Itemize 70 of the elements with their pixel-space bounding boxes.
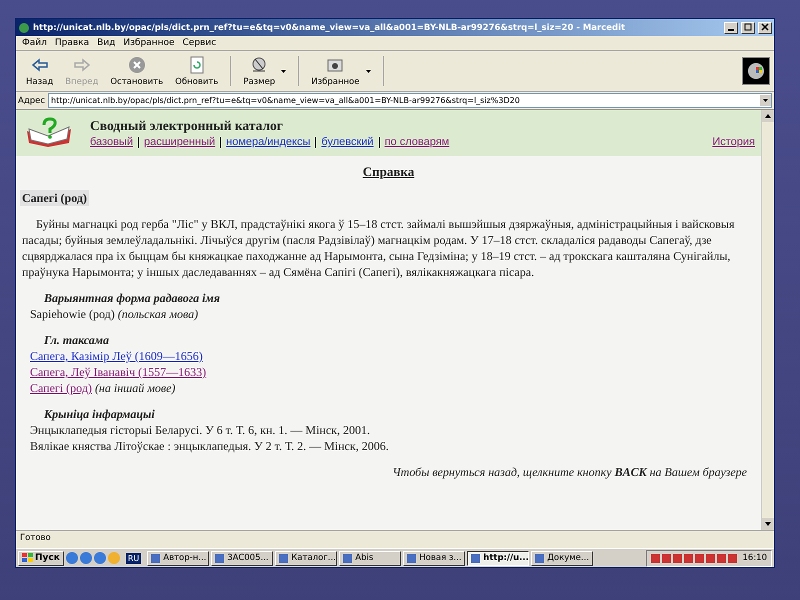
section-title: Варыянтная форма радавога імя	[44, 290, 221, 306]
address-label: Адрес	[18, 96, 45, 106]
toolbar-button[interactable]: Обновить	[169, 55, 224, 87]
search-mode-link[interactable]: расширенный	[144, 136, 216, 148]
caret-icon[interactable]	[366, 70, 370, 72]
taskbar-button[interactable]: Каталог...	[275, 550, 338, 566]
history-link[interactable]: История	[712, 136, 755, 148]
windows-logo-icon	[22, 553, 33, 563]
search-mode-link[interactable]: по словарям	[384, 136, 450, 148]
search-mode-link[interactable]: булевский	[321, 136, 374, 148]
caret-icon[interactable]	[281, 70, 286, 72]
window-icon	[407, 554, 416, 562]
browser-icon[interactable]	[80, 552, 92, 564]
window-title: http://unicat.nlb.by/opac/pls/dict.prn_ref?tu=e&tq=v0&name_view=va_all&a001=BY-NLB-ar99276&strq=l_siz=20 - Marcedit	[33, 22, 626, 32]
stop-icon	[126, 55, 147, 75]
page-heading: Справка	[362, 164, 416, 180]
name-variant: Sapiehowie (род)	[30, 307, 115, 321]
throbber-logo	[742, 57, 770, 85]
status-text: Готово	[20, 533, 51, 543]
related-link[interactable]: Сапега, Леў Іванавіч (1557—1633)	[30, 365, 206, 379]
related-link[interactable]: Сапегі (род)	[30, 381, 92, 395]
language-indicator[interactable]: RU	[126, 552, 142, 564]
window-icon	[535, 554, 544, 562]
related-link[interactable]: Сапега, Казімір Леў (1609—1656)	[30, 349, 203, 363]
window-icon	[279, 554, 288, 562]
clock: 16:10	[742, 553, 767, 563]
search-mode-link[interactable]: номера/индексы	[226, 136, 310, 148]
window-icon	[215, 554, 224, 562]
menu-item[interactable]: Вид	[97, 38, 116, 48]
menu-item[interactable]: Файл	[22, 38, 47, 48]
start-button[interactable]: Пуск	[18, 550, 64, 566]
close-icon	[761, 22, 769, 30]
language-note: (на іншай мове)	[94, 381, 176, 395]
book-question-icon	[24, 117, 74, 149]
search-mode-link[interactable]: базовый	[90, 136, 133, 148]
taskbar-button[interactable]: Новая з...	[403, 550, 466, 566]
taskbar-button[interactable]: Автор-н...	[147, 550, 210, 566]
menu-item[interactable]: Избранное	[123, 38, 174, 48]
window-icon	[471, 554, 480, 562]
language-note: (польская мова)	[118, 307, 198, 321]
source-citation: Вялікае княства Літоўскае : энцыклапедыя. У 2 т. Т. 2. — Мінск, 2006.	[30, 439, 389, 453]
toolbar-button[interactable]: Остановить	[104, 55, 170, 87]
section-title: Гл. таксама	[44, 332, 110, 348]
browser-icon[interactable]	[66, 552, 78, 564]
address-field[interactable]: http://unicat.nlb.by/opac/pls/dict.prn_ref?tu=e&tq=v0&name_view=va_all&a001=BY-NLB-ar99276&strq=l_siz%3D20	[48, 93, 772, 108]
source-citation: Энцыклапедыя гісторыі Беларусі. У 6 т. Т. 6, кн. 1. — Мінск, 2001.	[30, 423, 370, 437]
catalog-title: Сводный электронный каталог	[90, 118, 284, 134]
maximize-button[interactable]	[741, 22, 755, 34]
quick-launch-icon[interactable]	[94, 552, 106, 564]
scrollbar[interactable]	[761, 110, 774, 530]
taskbar-button[interactable]: Докуме...	[531, 550, 594, 566]
toolbar-button[interactable]: Избранное	[305, 55, 366, 87]
toolbar-button[interactable]: Назад	[20, 55, 60, 87]
description-paragraph: Буйны магнацкі род герба "Ліс" у ВКЛ, прадстаўнікі якога ў 15–18 стст. займалі вышэйшыя дзяржаўныя, адміністрацыйныя і вайсковыя пасады; буйныя землеўладальнікі. Лічыўся другім (пасля Радзівілаў) магнацкім родам. У 17–18 стст. складаліся радаводы Сапегаў, дзе сцвярджалася пра іх быццам бы княжацкае паходжанне ад Нарымонта, сына Гедзіміна; у 18–19 стст. – ад трокскага кашталяна Сунігайлы, праўнука Нарымонта; у іншых даследаваннях – ад Сямёна Сапігі (Сапегі), вялікакняжацкага пісара.	[22, 216, 736, 280]
close-button[interactable]	[758, 22, 772, 34]
toolbar-button[interactable]: Размер	[237, 55, 282, 87]
back-hint: Чтобы вернуться назад, щелкните кнопку BACK на Вашем браузере	[391, 464, 747, 480]
window-icon	[151, 554, 160, 562]
restore-icon	[744, 22, 752, 30]
minimize-button[interactable]	[724, 22, 738, 34]
menu-item[interactable]: Правка	[54, 38, 90, 48]
taskbar-button[interactable]: http://u...	[467, 550, 530, 566]
globe-icon	[18, 22, 30, 34]
taskbar-button[interactable]: 3AC005...	[211, 550, 274, 566]
minimize-icon	[728, 28, 734, 30]
section-title: Крыніца інфармацыі	[44, 406, 156, 422]
window-icon	[343, 554, 352, 562]
entry-heading: Сапегі (род)	[20, 190, 89, 206]
taskbar-button[interactable]: Abis	[339, 550, 402, 566]
menu-item[interactable]: Сервис	[182, 38, 216, 48]
